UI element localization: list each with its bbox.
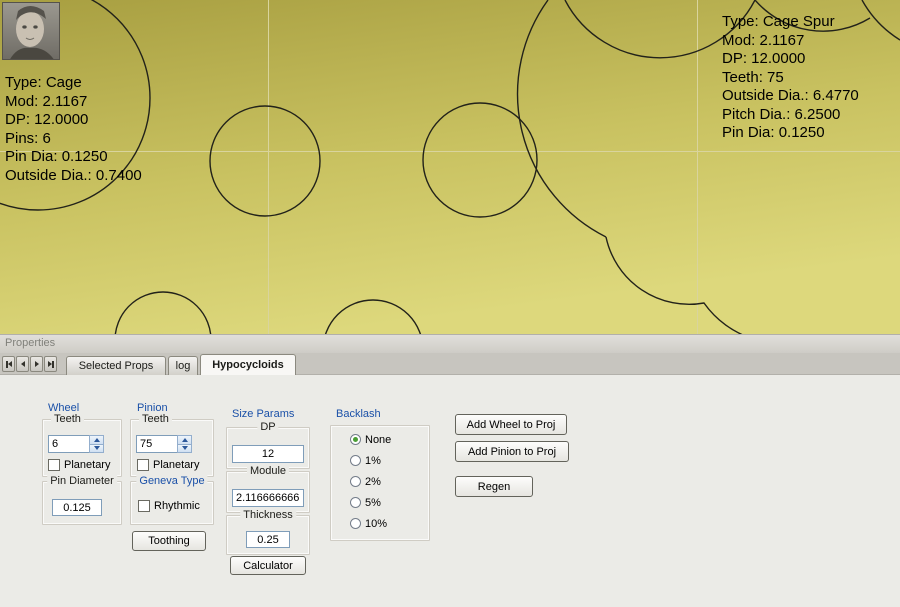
backlash-option-label: 2% [365,476,381,488]
backlash-radio-none[interactable]: None [350,433,391,446]
info-line: Outside Dia.: 0.7400 [5,167,142,186]
rhythmic-checkbox[interactable]: Rhythmic [138,499,200,512]
pin-diameter-field[interactable] [52,499,102,516]
tab-label: Selected Props [79,360,154,372]
wheel-info-text: Type: Cage Mod: 2.1167 DP: 12.0000 Pins:… [5,74,142,185]
pinion-teeth-spinner[interactable] [136,435,192,453]
spinner-up-icon [94,438,100,442]
backlash-option-label: 10% [365,518,387,530]
arrow-left-icon [8,361,12,367]
dp-field[interactable] [232,445,304,463]
tab-nav-first-button[interactable] [2,356,15,372]
gear-app-window: Type: Cage Mod: 2.1167 DP: 12.0000 Pins:… [0,0,900,607]
wheel-teeth-spinner[interactable] [48,435,104,453]
tab-nav-prev-button[interactable] [16,356,29,372]
spinner-up-icon [182,438,188,442]
avatar-portrait-icon [3,3,60,60]
add-pinion-to-proj-button[interactable]: Add Pinion to Proj [455,441,569,462]
spinner-down-icon [182,446,188,450]
backlash-option-label: 5% [365,497,381,509]
wheel-teeth-input[interactable] [48,435,89,453]
info-line: Mod: 2.1167 [5,93,142,112]
checkbox-icon [48,459,60,471]
add-wheel-to-proj-button[interactable]: Add Wheel to Proj [455,414,567,435]
properties-titlebar: Properties [0,334,900,353]
arrow-left-icon [21,361,25,367]
regen-button[interactable]: Regen [455,476,533,497]
tab-selected-props[interactable]: Selected Props [66,356,166,375]
radio-icon [350,476,361,487]
wheel-teeth-spin-up-button[interactable] [89,435,104,445]
calculator-button[interactable]: Calculator [230,556,306,575]
tab-label: Hypocycloids [212,359,284,371]
info-line: Outside Dia.: 6.4770 [722,87,859,106]
wheel-planetary-label: Planetary [64,459,110,471]
gear-viewport[interactable]: Type: Cage Mod: 2.1167 DP: 12.0000 Pins:… [0,0,900,334]
radio-icon [350,518,361,529]
thickness-field[interactable] [246,531,290,548]
tab-log[interactable]: log [168,356,198,375]
info-line: Teeth: 75 [722,69,859,88]
backlash-group-title: Backlash [336,408,381,420]
backlash-radio-1pct[interactable]: 1% [350,454,381,467]
backlash-option-label: 1% [365,455,381,467]
properties-title: Properties [5,337,55,349]
backlash-option-label: None [365,434,391,446]
tab-hypocycloids[interactable]: Hypocycloids [200,354,296,375]
pin-diameter-label: Pin Diameter [47,475,117,487]
radio-selected-icon [350,434,361,445]
pinion-teeth-spin-up-button[interactable] [177,435,192,445]
pinion-teeth-label: Teeth [139,413,172,425]
backlash-radio-2pct[interactable]: 2% [350,475,381,488]
radio-icon [350,455,361,466]
toothing-button[interactable]: Toothing [132,531,206,551]
info-line: Pin Dia: 0.1250 [5,148,142,167]
info-line: Pins: 6 [5,130,142,149]
tab-label: log [176,360,191,372]
radio-icon [350,497,361,508]
tab-nav-next-button[interactable] [30,356,43,372]
tab-nav-last-button[interactable] [44,356,57,372]
tab-strip: Selected Props log Hypocycloids [0,353,900,375]
module-field[interactable] [232,489,304,507]
rhythmic-label: Rhythmic [154,500,200,512]
info-line: Type: Cage [5,74,142,93]
pinion-info-text: Type: Cage Spur Mod: 2.1167 DP: 12.0000 … [722,13,859,143]
backlash-radio-5pct[interactable]: 5% [350,496,381,509]
checkbox-icon [137,459,149,471]
pinion-teeth-spin-buttons [177,435,192,453]
wheel-teeth-spin-down-button[interactable] [89,445,104,454]
info-line: DP: 12.0000 [5,111,142,130]
checkbox-icon [138,500,150,512]
info-line: Pin Dia: 0.1250 [722,124,859,143]
pinion-teeth-spin-down-button[interactable] [177,445,192,454]
arrow-right-icon [35,361,39,367]
info-line: Type: Cage Spur [722,13,859,32]
geneva-type-label: Geneva Type [136,475,207,487]
wheel-teeth-label: Teeth [51,413,84,425]
dp-label: DP [257,421,278,433]
pinion-teeth-input[interactable] [136,435,177,453]
hypocycloids-panel: Wheel Teeth Planetary Pin Diameter Pinio… [0,375,900,607]
nav-last-icon [52,361,54,368]
info-line: Pitch Dia.: 6.2500 [722,106,859,125]
module-label: Module [247,465,289,477]
wheel-planetary-checkbox[interactable]: Planetary [48,458,110,471]
backlash-radio-10pct[interactable]: 10% [350,517,387,530]
pinion-planetary-checkbox[interactable]: Planetary [137,458,199,471]
info-line: Mod: 2.1167 [722,32,859,51]
thickness-label: Thickness [240,509,296,521]
info-line: DP: 12.0000 [722,50,859,69]
wheel-teeth-spin-buttons [89,435,104,453]
avatar-image [2,2,60,60]
pinion-planetary-label: Planetary [153,459,199,471]
spinner-down-icon [94,446,100,450]
size-params-group-title: Size Params [232,408,294,420]
